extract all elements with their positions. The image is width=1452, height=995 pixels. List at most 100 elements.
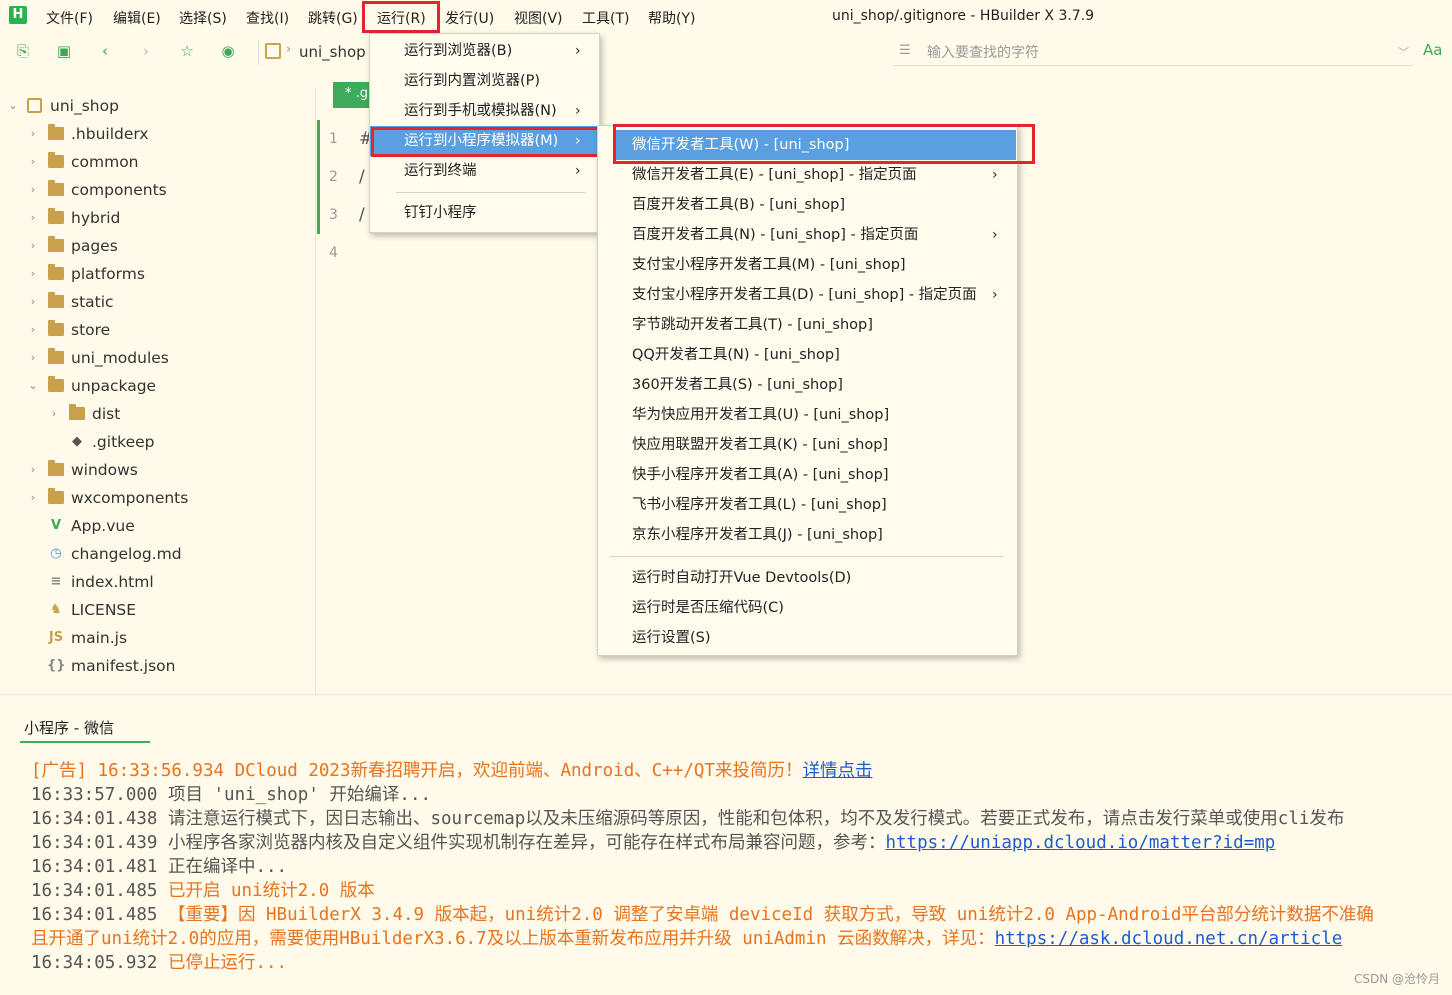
chevron-right-icon[interactable]: › <box>27 288 39 316</box>
miniprogram-menu-item[interactable]: QQ开发者工具(N) - [uni_shop] <box>616 340 1016 370</box>
tree-item-label: hybrid <box>71 209 121 227</box>
menu-tools[interactable]: 工具(T) <box>582 8 629 28</box>
tree-item[interactable]: › platforms <box>0 260 315 288</box>
miniprogram-menu-item[interactable]: 京东小程序开发者工具(J) - [uni_shop] <box>616 520 1016 550</box>
tree-item[interactable]: › wxcomponents <box>0 484 315 512</box>
menu-goto[interactable]: 跳转(G) <box>308 8 358 28</box>
chevron-right-icon[interactable]: › <box>27 204 39 232</box>
chevron-right-icon[interactable]: › <box>27 456 39 484</box>
project-icon <box>265 43 281 59</box>
menu-view[interactable]: 视图(V) <box>514 8 563 28</box>
miniprogram-menu-item[interactable]: 360开发者工具(S) - [uni_shop] <box>616 370 1016 400</box>
chevron-right-icon[interactable]: › <box>27 176 39 204</box>
chevron-right-icon: › <box>575 103 581 119</box>
tree-item[interactable]: › uni_modules <box>0 344 315 372</box>
star-icon[interactable]: ☆ <box>178 42 196 60</box>
chevron-right-icon[interactable]: › <box>27 148 39 176</box>
tree-item[interactable]: ⌄ uni_shop <box>0 92 315 120</box>
tree-item[interactable]: › dist <box>0 400 315 428</box>
watermark: CSDN @沧怜月 <box>1353 972 1440 986</box>
miniprogram-menu-item[interactable]: 支付宝小程序开发者工具(M) - [uni_shop] <box>616 250 1016 280</box>
save-icon[interactable]: ▣ <box>55 42 73 60</box>
menu-publish[interactable]: 发行(U) <box>445 8 494 28</box>
tree-item[interactable]: › common <box>0 148 315 176</box>
tree-item[interactable]: V App.vue <box>0 512 315 540</box>
chevron-right-icon[interactable]: › <box>27 232 39 260</box>
chevron-right-icon[interactable]: › <box>27 120 39 148</box>
menu-edit[interactable]: 编辑(E) <box>113 8 161 28</box>
miniprogram-menu-item[interactable]: 百度开发者工具(B) - [uni_shop] <box>616 190 1016 220</box>
hbuilderx-window: H 文件(F) 编辑(E) 选择(S) 查找(I) 跳转(G) 运行(R) 发行… <box>0 0 1452 995</box>
miniprogram-menu-item[interactable]: 快手小程序开发者工具(A) - [uni_shop] <box>616 460 1016 490</box>
chevron-right-icon[interactable]: › <box>27 316 39 344</box>
tree-item[interactable]: › components <box>0 176 315 204</box>
line-number: 2 <box>329 169 338 185</box>
miniprogram-menu-item[interactable]: 支付宝小程序开发者工具(D) - [uni_shop] - 指定页面 › <box>616 280 1016 310</box>
run-option-item[interactable]: 运行时是否压缩代码(C) <box>616 593 1016 623</box>
run-menu-item[interactable]: 运行到内置浏览器(P) <box>370 66 599 96</box>
console-line: 16:33:57.000 项目 'uni_shop' 开始编译... <box>31 781 431 806</box>
console-line: 16:34:01.439 小程序各家浏览器内核及自定义组件实现机制存在差异，可能… <box>31 829 1275 854</box>
chevron-down-icon[interactable]: ﹀ <box>1398 44 1409 60</box>
chevron-down-icon[interactable]: ⌄ <box>27 372 39 400</box>
breadcrumb[interactable]: › uni_shop <box>258 40 368 65</box>
console-line: 16:34:01.485 【重要】因 HBuilderX 3.4.9 版本起，u… <box>31 901 1374 926</box>
new-file-icon[interactable]: ⎘ <box>14 42 32 60</box>
tree-item[interactable]: ⌄ unpackage <box>0 372 315 400</box>
miniprogram-menu-item[interactable]: 快应用联盟开发者工具(K) - [uni_shop] <box>616 430 1016 460</box>
annotation-mp-item-box <box>371 127 601 157</box>
console-tab[interactable]: 小程序 - 微信 <box>20 717 150 743</box>
breadcrumb-project[interactable]: uni_shop <box>299 43 366 61</box>
tree-item[interactable]: JS main.js <box>0 624 315 652</box>
forward-icon[interactable]: › <box>137 42 155 60</box>
editor-tab[interactable]: * .g <box>333 82 373 108</box>
tree-item[interactable]: {} manifest.json <box>0 652 315 680</box>
miniprogram-menu-item[interactable]: 百度开发者工具(N) - [uni_shop] - 指定页面 › <box>616 220 1016 250</box>
menu-select[interactable]: 选择(S) <box>179 8 227 28</box>
tree-item[interactable]: ◷ changelog.md <box>0 540 315 568</box>
annotation-run-menu-box <box>362 1 440 33</box>
miniprogram-menu-item[interactable]: 飞书小程序开发者工具(L) - [uni_shop] <box>616 490 1016 520</box>
run-option-item[interactable]: 运行时自动打开Vue Devtools(D) <box>616 563 1016 593</box>
match-case-button[interactable]: Aa <box>1423 41 1442 59</box>
chevron-down-icon[interactable]: ⌄ <box>7 92 19 120</box>
folder-icon <box>48 180 64 196</box>
menu-file[interactable]: 文件(F) <box>46 8 93 28</box>
html-file-icon: ≡ <box>50 574 62 589</box>
chevron-right-icon: › <box>575 43 581 59</box>
code-line[interactable]: / <box>359 205 365 225</box>
miniprogram-menu-item[interactable]: 字节跳动开发者工具(T) - [uni_shop] <box>616 310 1016 340</box>
run-menu-item[interactable]: 运行到终端 › <box>370 156 599 186</box>
run-option-item[interactable]: 运行设置(S) <box>616 623 1016 653</box>
chevron-right-icon[interactable]: › <box>48 400 60 428</box>
console-timestamp: [广告] 16:33:56.934 <box>31 761 225 781</box>
search-input[interactable] <box>927 42 1387 64</box>
chevron-right-icon[interactable]: › <box>27 344 39 372</box>
tree-item[interactable]: › .hbuilderx <box>0 120 315 148</box>
tree-item[interactable]: › windows <box>0 456 315 484</box>
miniprogram-menu-item[interactable]: 华为快应用开发者工具(U) - [uni_shop] <box>616 400 1016 430</box>
tree-item[interactable]: ≡ index.html <box>0 568 315 596</box>
back-icon[interactable]: ‹ <box>96 42 114 60</box>
run-menu-item[interactable]: 钉钉小程序 <box>370 198 599 228</box>
console-link[interactable]: 详情点击 <box>802 761 872 781</box>
tree-item[interactable]: ◆ .gitkeep <box>0 428 315 456</box>
chevron-right-icon[interactable]: › <box>27 484 39 512</box>
tree-item[interactable]: › pages <box>0 232 315 260</box>
tree-item[interactable]: ♞ LICENSE <box>0 596 315 624</box>
miniprogram-menu-item[interactable]: 微信开发者工具(E) - [uni_shop] - 指定页面 › <box>616 160 1016 190</box>
tree-item[interactable]: › static <box>0 288 315 316</box>
console-panel: 小程序 - 微信 [广告] 16:33:56.934 DCloud 2023新春… <box>0 694 1452 995</box>
menu-find[interactable]: 查找(I) <box>246 8 289 28</box>
console-line: 16:34:01.485 已开启 uni统计2.0 版本 <box>31 877 375 902</box>
code-line[interactable]: / <box>359 167 365 187</box>
run-icon[interactable]: ◉ <box>219 42 237 60</box>
console-link[interactable]: https://uniapp.dcloud.io/matter?id=mp <box>885 833 1275 853</box>
tree-item[interactable]: › hybrid <box>0 204 315 232</box>
menu-help[interactable]: 帮助(Y) <box>648 8 695 28</box>
run-menu-item[interactable]: 运行到手机或模拟器(N) › <box>370 96 599 126</box>
run-menu-item[interactable]: 运行到浏览器(B) › <box>370 36 599 66</box>
tree-item[interactable]: › store <box>0 316 315 344</box>
console-link[interactable]: https://ask.dcloud.net.cn/article <box>995 929 1343 949</box>
chevron-right-icon[interactable]: › <box>27 260 39 288</box>
